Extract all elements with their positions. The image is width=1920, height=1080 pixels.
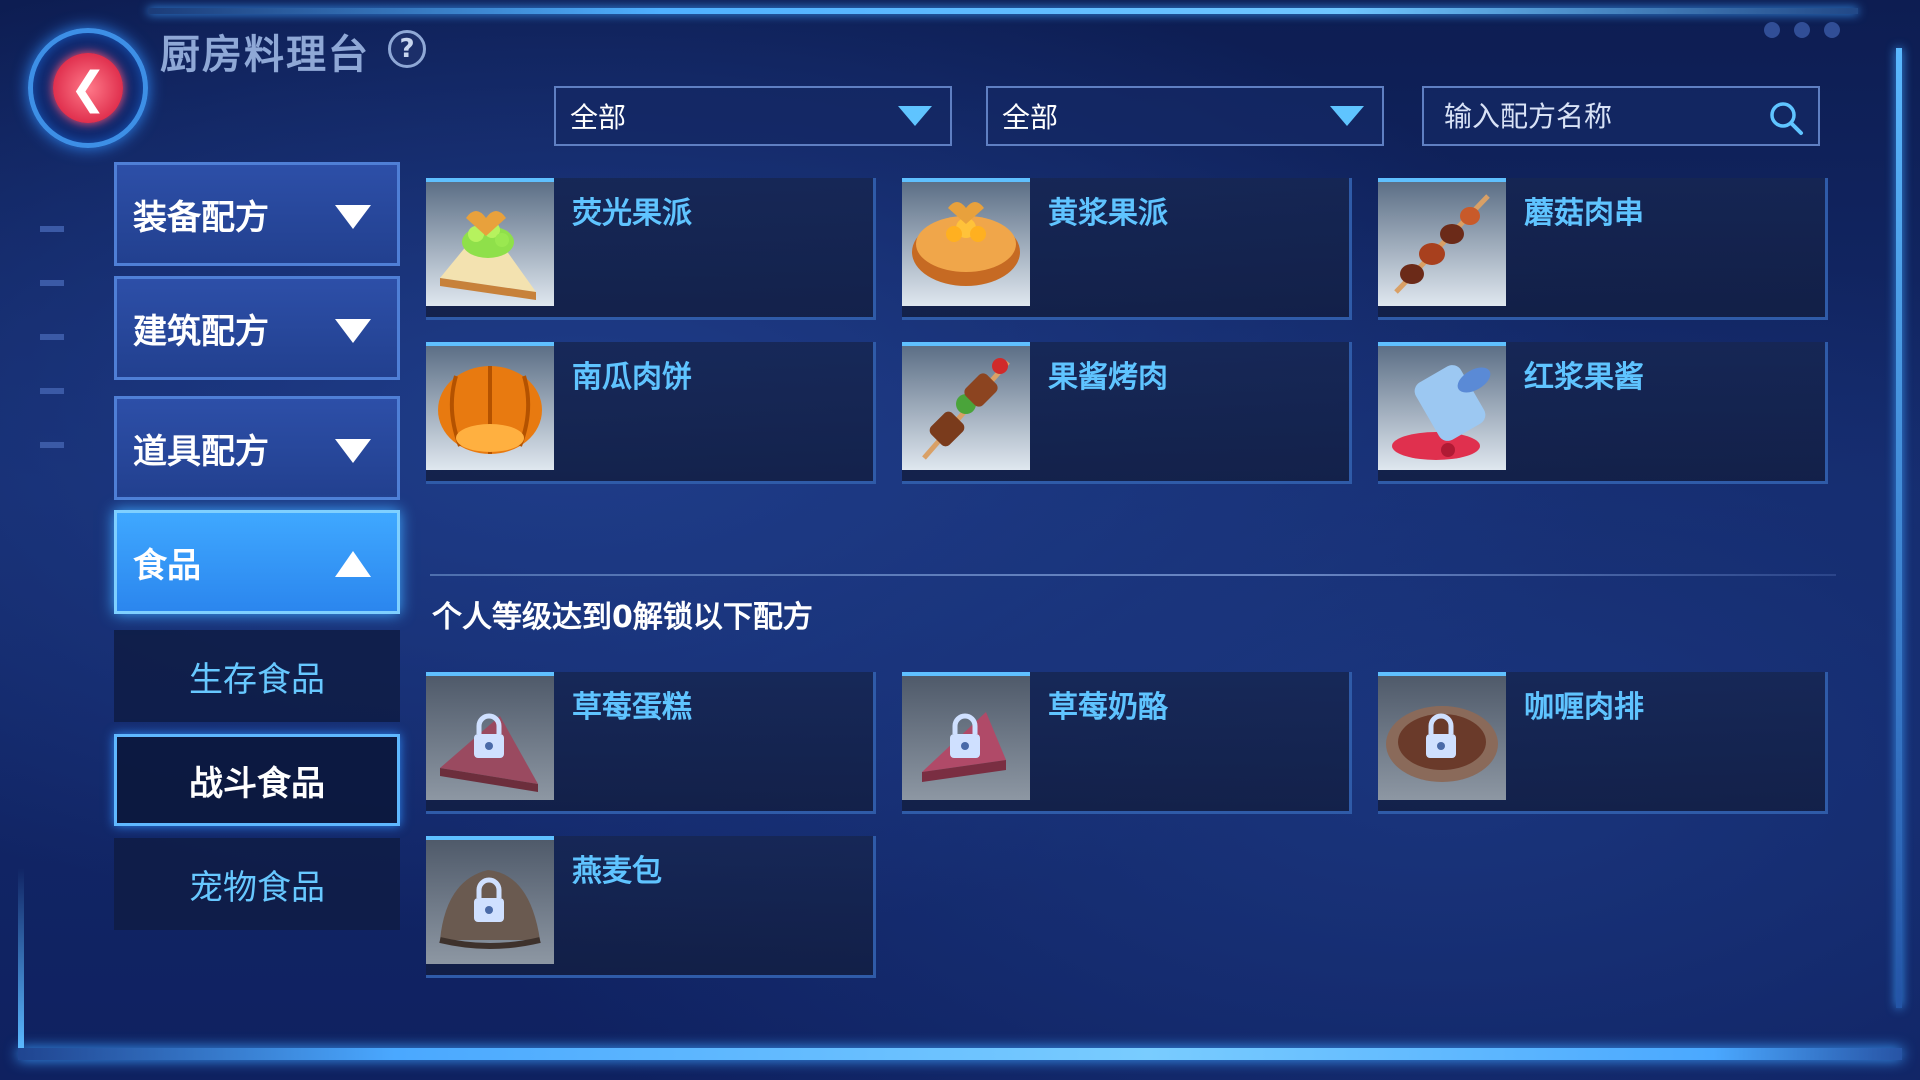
category-building-recipes[interactable]: 建筑配方	[114, 276, 400, 380]
subcategory-combat-food[interactable]: 战斗食品	[114, 734, 400, 826]
curry-steak-icon	[1378, 672, 1506, 800]
filter-dropdown-1-value: 全部	[570, 101, 627, 134]
recipe-card[interactable]: 南瓜肉饼	[426, 342, 876, 484]
subcategory-pet-food[interactable]: 宠物食品	[114, 838, 400, 930]
back-arrow-icon: ❮	[53, 53, 123, 123]
subcategory-survival-food[interactable]: 生存食品	[114, 630, 400, 722]
search-box[interactable]	[1422, 86, 1820, 146]
recipe-name: 果酱烤肉	[1048, 360, 1168, 395]
sidebar-ticks	[40, 226, 64, 496]
category-item-recipes[interactable]: 道具配方	[114, 396, 400, 500]
recipe-card[interactable]: 果酱烤肉	[902, 342, 1352, 484]
strawberry-cheese-icon	[902, 672, 1030, 800]
recipe-name: 咖喱肉排	[1524, 690, 1644, 725]
recipe-name: 蘑菇肉串	[1524, 196, 1644, 231]
recipe-card[interactable]: 黄浆果派	[902, 178, 1352, 320]
recipe-name: 草莓蛋糕	[572, 690, 692, 725]
recipe-name: 荧光果派	[572, 196, 692, 231]
recipe-name: 红浆果酱	[1524, 360, 1644, 395]
filter-dropdown-2-value: 全部	[1002, 101, 1059, 134]
locked-recipe-card[interactable]: 草莓奶酪	[902, 672, 1352, 814]
search-input[interactable]	[1424, 88, 1764, 144]
locked-recipe-card[interactable]: 咖喱肉排	[1378, 672, 1828, 814]
recipe-name: 草莓奶酪	[1048, 690, 1168, 725]
jam-roast-meat-icon	[902, 342, 1030, 470]
yellow-berry-pie-icon	[902, 178, 1030, 306]
search-icon[interactable]	[1766, 98, 1806, 138]
red-berry-jam-icon	[1378, 342, 1506, 470]
chevron-down-icon	[1330, 106, 1364, 126]
recipe-card[interactable]: 蘑菇肉串	[1378, 178, 1828, 320]
chevron-down-icon	[335, 319, 371, 343]
recipe-card[interactable]: 荧光果派	[426, 178, 876, 320]
mushroom-skewer-icon	[1378, 178, 1506, 306]
category-label: 装备配方	[133, 197, 269, 238]
frame-top-edge	[148, 8, 1858, 14]
category-food[interactable]: 食品	[114, 510, 400, 614]
recipe-name: 南瓜肉饼	[572, 360, 692, 395]
oat-bread-icon	[426, 836, 554, 964]
chevron-up-icon	[335, 551, 371, 577]
recipe-card[interactable]: 红浆果酱	[1378, 342, 1828, 484]
section-divider	[430, 574, 1836, 576]
category-label: 食品	[133, 545, 201, 586]
locked-recipe-card[interactable]: 草莓蛋糕	[426, 672, 876, 814]
frame-right-edge	[1896, 48, 1902, 1008]
strawberry-cake-icon	[426, 672, 554, 800]
category-label: 建筑配方	[133, 311, 269, 352]
filter-dropdown-1[interactable]: 全部	[554, 86, 952, 146]
filter-dropdown-2[interactable]: 全部	[986, 86, 1384, 146]
unlock-requirement-text: 个人等级达到0解锁以下配方	[432, 600, 813, 635]
help-icon[interactable]: ?	[388, 30, 426, 68]
glowing-fruit-pie-icon	[426, 178, 554, 306]
chevron-down-icon	[335, 205, 371, 229]
recipe-name: 燕麦包	[572, 854, 662, 889]
frame-bottom-edge	[18, 1048, 1902, 1060]
category-label: 道具配方	[133, 431, 269, 472]
frame-left-edge	[18, 868, 24, 1048]
pumpkin-meat-pie-icon	[426, 342, 554, 470]
chevron-down-icon	[898, 106, 932, 126]
back-button[interactable]: ❮	[28, 28, 148, 148]
recipe-name: 黄浆果派	[1048, 196, 1168, 231]
page-title: 厨房料理台	[160, 32, 370, 78]
window-dots	[1764, 22, 1840, 38]
chevron-down-icon	[335, 439, 371, 463]
category-equipment-recipes[interactable]: 装备配方	[114, 162, 400, 266]
locked-recipe-card[interactable]: 燕麦包	[426, 836, 876, 978]
